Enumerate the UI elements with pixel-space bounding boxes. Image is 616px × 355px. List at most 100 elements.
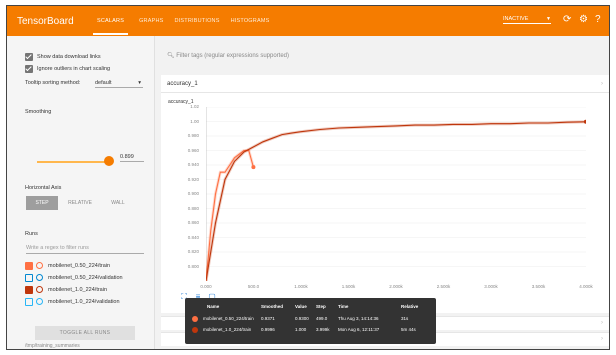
ignore-outliers-label: Ignore outliers in chart scaling bbox=[37, 66, 111, 72]
tooltip-value-0: 0.9300 bbox=[295, 316, 309, 321]
tensorboard-window: TensorBoard SCALARS GRAPHS DISTRIBUTIONS… bbox=[6, 5, 610, 350]
tooltip-sorting-value: default bbox=[95, 80, 112, 86]
y-tick-label: 0.800 bbox=[187, 263, 199, 269]
y-tick-label: 0.960 bbox=[187, 147, 199, 153]
search-icon: 🔍︎ bbox=[167, 53, 175, 59]
runs-label: Runs bbox=[25, 231, 38, 237]
y-tick-label: 0.980 bbox=[187, 133, 199, 138]
run-checkbox-2[interactable] bbox=[25, 286, 33, 294]
tooltip-header-time: Time bbox=[338, 304, 349, 309]
ignore-outliers-checkbox[interactable] bbox=[25, 65, 33, 73]
tooltip-smoothed-1: 0.9996 bbox=[261, 327, 275, 332]
tab-scalars[interactable]: SCALARS bbox=[93, 7, 129, 35]
x-tick-label: 1.000k bbox=[294, 284, 308, 289]
axis-step-button[interactable]: STEP bbox=[26, 196, 58, 210]
tooltip-time-1: Mon Aug 6, 12:11:37 bbox=[338, 327, 380, 332]
chevron-icon[interactable]: › bbox=[601, 336, 603, 342]
y-tick-label: 0.880 bbox=[187, 205, 199, 211]
status-dropdown[interactable]: INACTIVE ▼ bbox=[503, 16, 551, 24]
x-tick-label: 1.500k bbox=[341, 284, 356, 289]
main-panel: 🔍︎ Filter tags (regular expressions supp… bbox=[155, 36, 609, 349]
tooltip-time-0: Thu Aug 3, 14:14:36 bbox=[338, 316, 379, 321]
tooltip-header-value: Value bbox=[295, 304, 307, 309]
tab-distributions[interactable]: DISTRIBUTIONS bbox=[175, 18, 220, 24]
x-tick-label: 3.500k bbox=[531, 284, 546, 289]
y-tick-label: 0.940 bbox=[187, 162, 199, 167]
smoothing-value-input[interactable]: 0.899 bbox=[120, 154, 144, 162]
chevron-icon[interactable]: › bbox=[601, 320, 603, 326]
axis-wall-button[interactable]: WALL bbox=[102, 196, 134, 210]
x-tick-label: 2.500k bbox=[436, 284, 451, 289]
x-tick-label: 3.000k bbox=[484, 284, 498, 289]
chevron-down-icon: ▾ bbox=[138, 80, 141, 86]
run-checkbox-3[interactable] bbox=[25, 298, 33, 306]
y-tick-label: 0.820 bbox=[187, 249, 199, 254]
tab-histograms[interactable]: HISTOGRAMS bbox=[231, 18, 270, 24]
y-tick-label: 0.920 bbox=[187, 176, 199, 182]
run-checkbox-1[interactable] bbox=[25, 274, 33, 282]
tag-search-input[interactable]: Filter tags (regular expressions support… bbox=[176, 53, 289, 59]
smoothing-label: Smoothing bbox=[25, 109, 52, 115]
tooltip-sorting-select[interactable]: default ▾ bbox=[95, 80, 143, 88]
tooltip-header-name: Name bbox=[207, 304, 220, 309]
run-radio-3[interactable] bbox=[36, 298, 43, 305]
sidebar: Show data download links Ignore outliers… bbox=[7, 36, 155, 349]
show-download-label: Show data download links bbox=[37, 54, 101, 60]
run-radio-1[interactable] bbox=[36, 274, 43, 281]
gear-icon[interactable]: ⚙ bbox=[579, 14, 588, 25]
show-download-checkbox[interactable] bbox=[25, 53, 33, 61]
status-label: INACTIVE bbox=[503, 16, 529, 22]
run-label-0: mobilenet_0.50_224/train bbox=[48, 263, 111, 269]
tooltip-relative-1: 5m 44s bbox=[401, 327, 416, 332]
chart-card: accuracy_1 1.02 1.00 0.980 0.960 0.940 0.920 0… bbox=[161, 93, 609, 324]
run-radio-2[interactable] bbox=[36, 286, 43, 293]
help-icon[interactable]: ? bbox=[595, 14, 601, 25]
series-line-1[interactable] bbox=[206, 121, 586, 281]
tooltip-header-step: Step bbox=[316, 304, 326, 309]
tooltip-dot-0 bbox=[192, 316, 198, 322]
card-header-title: accuracy_1 bbox=[167, 81, 198, 87]
chevron-icon[interactable]: › bbox=[601, 81, 603, 87]
horizontal-axis-label: Horizontal Axis bbox=[25, 185, 62, 191]
tooltip-relative-0: 31s bbox=[401, 316, 409, 321]
x-tick-label: 4.000k bbox=[579, 284, 593, 289]
y-tick-label: 0.860 bbox=[187, 220, 199, 225]
refresh-icon[interactable]: ⟳ bbox=[563, 14, 571, 25]
tooltip-name-1: mobilenet_1.0_224/train bbox=[203, 327, 252, 332]
horizontal-axis-options: STEP RELATIVE WALL bbox=[26, 196, 140, 210]
tooltip-header-relative: Relative bbox=[401, 304, 419, 309]
y-tick-label: 0.900 bbox=[187, 191, 199, 196]
chevron-down-icon: ▼ bbox=[546, 16, 551, 22]
app-logo: TensorBoard bbox=[17, 15, 74, 27]
chart-plot[interactable] bbox=[206, 107, 586, 281]
card-header-accuracy[interactable]: accuracy_1 › bbox=[161, 75, 609, 93]
run-radio-0[interactable] bbox=[36, 262, 43, 269]
tooltip-value-1: 1.000 bbox=[295, 327, 307, 332]
run-checkbox-0[interactable] bbox=[25, 262, 33, 270]
tooltip-dot-1 bbox=[192, 327, 198, 333]
tooltip-header-smoothed: Smoothed bbox=[261, 304, 283, 309]
runs-filter-input[interactable]: Write a regex to filter runs bbox=[26, 245, 144, 254]
tooltip-smoothed-0: 0.9371 bbox=[261, 316, 275, 321]
toggle-all-runs-button[interactable]: TOGGLE ALL RUNS bbox=[35, 326, 135, 340]
y-tick-label: 1.00 bbox=[190, 118, 199, 124]
run-label-3: mobilenet_1.0_224/validation bbox=[48, 299, 120, 305]
run-label-1: mobilenet_0.50_224/validation bbox=[48, 275, 123, 281]
x-tick-label: 500.0 bbox=[247, 284, 260, 289]
x-tick-label: 0.000 bbox=[200, 284, 212, 289]
smoothing-slider-knob[interactable] bbox=[104, 156, 114, 166]
series-raw-1 bbox=[206, 120, 586, 281]
logdir-label: /tmp/training_summaries bbox=[25, 343, 80, 349]
y-tick-label: 0.840 bbox=[187, 234, 199, 240]
tab-graphs[interactable]: GRAPHS bbox=[139, 18, 163, 24]
x-tick-label: 2.000k bbox=[389, 284, 403, 289]
axis-relative-button[interactable]: RELATIVE bbox=[64, 196, 96, 210]
top-bar: TensorBoard SCALARS GRAPHS DISTRIBUTIONS… bbox=[7, 6, 609, 36]
tag-search[interactable]: 🔍︎ Filter tags (regular expressions supp… bbox=[167, 52, 289, 59]
y-tick-label: 1.02 bbox=[190, 104, 199, 109]
tooltip-step-0: 499.0 bbox=[316, 316, 328, 321]
smoothing-slider-track[interactable] bbox=[37, 161, 113, 163]
series-endpoint-0 bbox=[251, 165, 256, 170]
tooltip-step-1: 3.999k bbox=[316, 327, 330, 332]
chart-tooltip: Name Smoothed Value Step Time Relative m… bbox=[185, 298, 436, 344]
